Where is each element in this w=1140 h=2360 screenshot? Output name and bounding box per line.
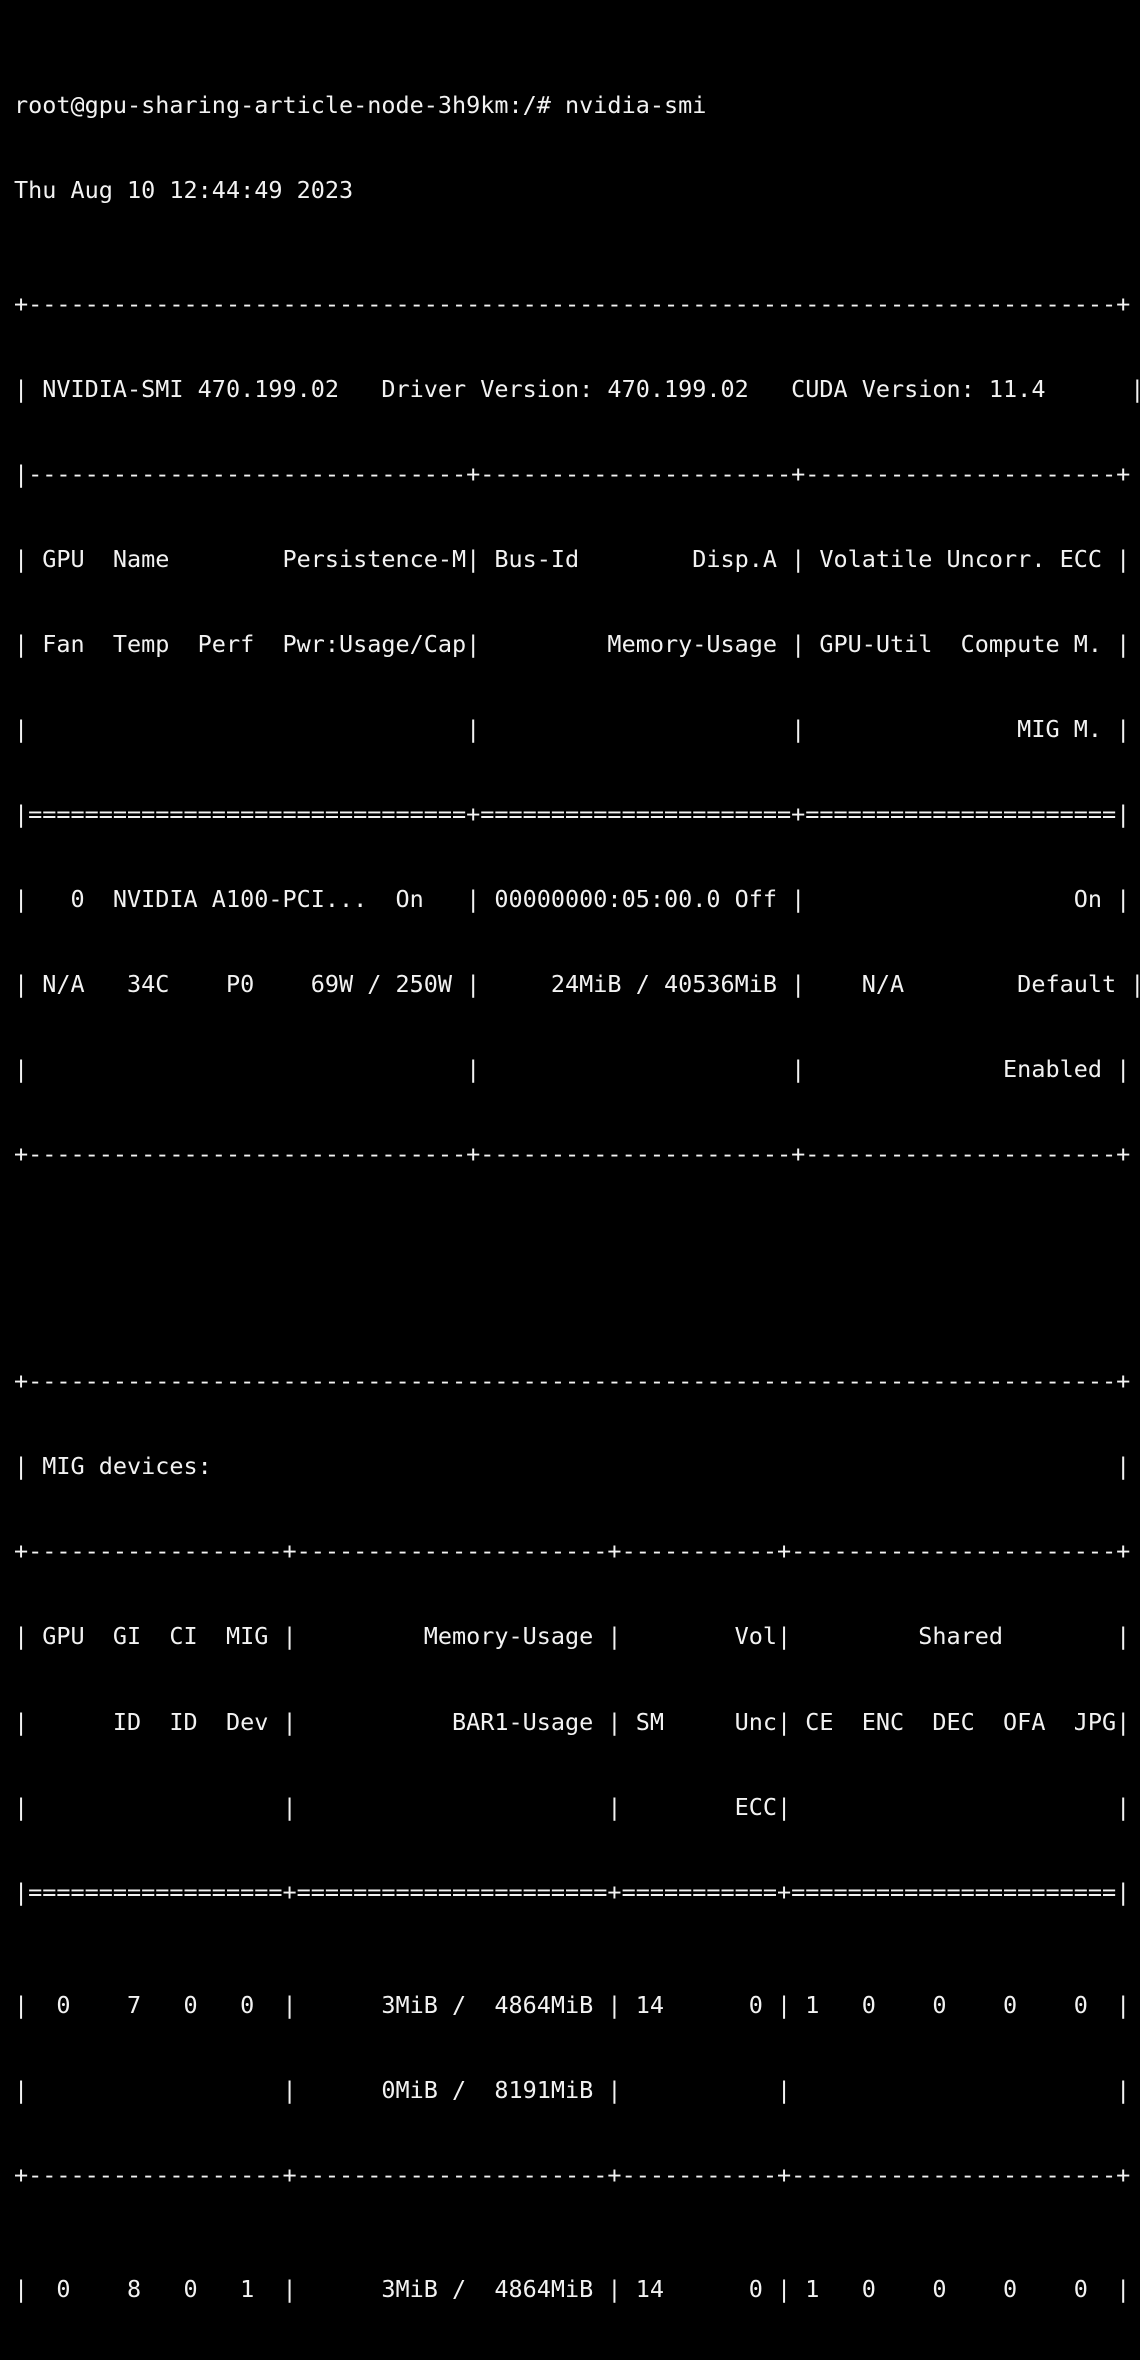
mig-section-top-border: +---------------------------------------… <box>14 1367 1140 1395</box>
mig-section-title-line: | MIG devices: | <box>14 1452 1140 1480</box>
mig-row-0-line-2: | | 0MiB / 8191MiB | | | <box>14 2076 1140 2104</box>
gpu-table-header-row-1: | GPU Name Persistence-M| Bus-Id Disp.A … <box>14 545 1140 573</box>
mig-row-0-line-1: | 0 7 0 0 | 3MiB / 4864MiB | 14 0 | 1 0 … <box>14 1991 1140 2019</box>
gpu-table-header-separator: |===============================+=======… <box>14 800 1140 828</box>
mig-table-header-divider: +------------------+--------------------… <box>14 1537 1140 1565</box>
prompt-line: root@gpu-sharing-article-node-3h9km:/# n… <box>14 91 1140 119</box>
mig-table-header-separator: |==================+====================… <box>14 1878 1140 1906</box>
gpu-row-0-line-2: | N/A 34C P0 69W / 250W | 24MiB / 40536M… <box>14 970 1140 998</box>
mig-row-1-line-1: | 0 8 0 1 | 3MiB / 4864MiB | 14 0 | 1 0 … <box>14 2275 1140 2303</box>
gpu-table-bottom-border: +-------------------------------+-------… <box>14 1140 1140 1168</box>
mig-table-header-row-2: | ID ID Dev | BAR1-Usage | SM Unc| CE EN… <box>14 1708 1140 1736</box>
gpu-table-header-row-2: | Fan Temp Perf Pwr:Usage/Cap| Memory-Us… <box>14 630 1140 658</box>
gpu-row-0-line-3: | | | Enabled | <box>14 1055 1140 1083</box>
gpu-table-header-row-3: | | | MIG M. | <box>14 715 1140 743</box>
smi-version-line: | NVIDIA-SMI 470.199.02 Driver Version: … <box>14 375 1140 403</box>
mig-table-header-row-3: | | | ECC| | <box>14 1793 1140 1821</box>
mig-row-0-bottom-border: +------------------+--------------------… <box>14 2161 1140 2189</box>
gpu-table-top-border: +---------------------------------------… <box>14 290 1140 318</box>
gpu-row-0-line-1: | 0 NVIDIA A100-PCI... On | 00000000:05:… <box>14 885 1140 913</box>
gpu-table-header-divider: |-------------------------------+-------… <box>14 460 1140 488</box>
terminal-window[interactable]: root@gpu-sharing-article-node-3h9km:/# n… <box>0 0 1140 1180</box>
mig-table-header-row-1: | GPU GI CI MIG | Memory-Usage | Vol| Sh… <box>14 1622 1140 1650</box>
timestamp-line: Thu Aug 10 12:44:49 2023 <box>14 176 1140 204</box>
blank-separator-line <box>14 1254 1140 1282</box>
